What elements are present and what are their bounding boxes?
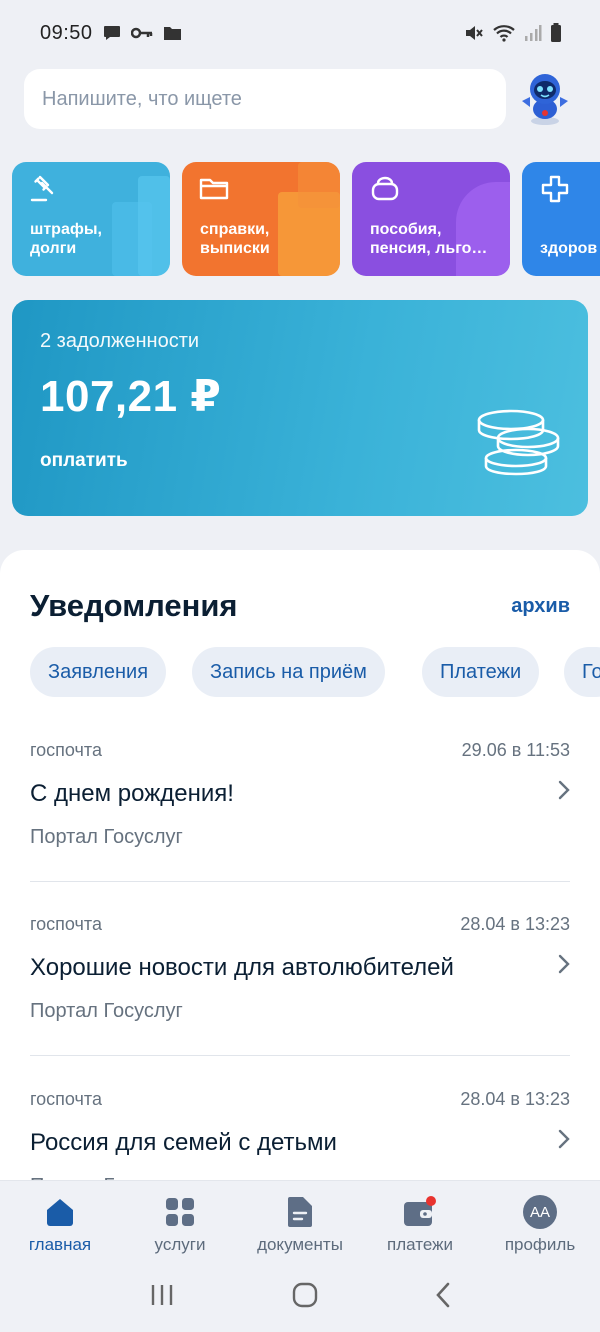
wifi-icon bbox=[492, 24, 516, 42]
nav-label: услуги bbox=[154, 1235, 206, 1254]
tile-label: штрафы, долги bbox=[30, 221, 102, 257]
home-button-icon[interactable] bbox=[292, 1282, 318, 1313]
mute-icon bbox=[464, 24, 484, 42]
status-time: 09:50 bbox=[40, 21, 93, 44]
status-bar: 09:50 bbox=[0, 0, 600, 66]
divider bbox=[30, 1055, 570, 1056]
nav-label: платежи bbox=[387, 1235, 453, 1254]
tile-benefits[interactable]: пособия, пенсия, льго… bbox=[352, 162, 510, 276]
avatar: АА bbox=[523, 1195, 557, 1229]
system-navigation bbox=[0, 1262, 600, 1332]
notification-title: Хорошие новости для автолюбителей bbox=[30, 954, 454, 981]
nav-services[interactable]: услуги bbox=[120, 1181, 240, 1262]
tile-fines[interactable]: штрафы, долги bbox=[12, 162, 170, 276]
nav-home[interactable]: главная bbox=[0, 1181, 120, 1262]
home-icon bbox=[44, 1195, 76, 1229]
notification-date: 28.04 в 13:23 bbox=[460, 914, 570, 934]
notification-item[interactable]: госпочта 28.04 в 13:23 Россия для семей … bbox=[30, 1089, 570, 1190]
notification-title: Россия для семей с детьми bbox=[30, 1129, 337, 1156]
nav-label: профиль bbox=[504, 1235, 576, 1254]
nav-label: документы bbox=[257, 1235, 343, 1254]
tile-health[interactable]: здоров bbox=[522, 162, 600, 276]
chip-applications[interactable]: Заявления bbox=[30, 647, 167, 697]
notifications-sheet: Уведомления архив Заявления Запись на пр… bbox=[0, 550, 600, 1190]
service-tiles: штрафы, долги справки, выписки пособия, … bbox=[12, 162, 600, 278]
chip-appointments[interactable]: Запись на приём bbox=[192, 647, 385, 697]
debt-card[interactable]: 2 задолженности 107,21 ₽ оплатить bbox=[12, 300, 588, 516]
chevron-right-icon bbox=[558, 954, 570, 979]
purse-icon bbox=[368, 174, 402, 209]
folder-icon bbox=[198, 174, 232, 209]
tile-certificates[interactable]: справки, выписки bbox=[182, 162, 340, 276]
nav-label: главная bbox=[28, 1235, 92, 1254]
key-icon bbox=[130, 26, 153, 40]
plus-icon bbox=[538, 174, 572, 209]
notification-sender: Портал Госуслуг bbox=[30, 826, 183, 848]
filter-chips: Заявления Запись на приём Платежи Го bbox=[30, 647, 600, 697]
archive-link[interactable]: архив bbox=[511, 595, 570, 618]
chip-more[interactable]: Го bbox=[564, 647, 600, 697]
wallet-icon bbox=[403, 1195, 437, 1229]
divider bbox=[30, 881, 570, 882]
chevron-right-icon bbox=[558, 1129, 570, 1154]
chip-payments[interactable]: Платежи bbox=[422, 647, 540, 697]
message-icon bbox=[103, 25, 121, 41]
chevron-right-icon bbox=[558, 780, 570, 805]
gavel-icon bbox=[28, 174, 62, 209]
nav-profile[interactable]: АА профиль bbox=[480, 1181, 600, 1262]
tile-label: пособия, пенсия, льго… bbox=[370, 221, 488, 257]
notification-source: госпочта bbox=[30, 914, 102, 934]
search-row: Напишите, что ищете bbox=[24, 69, 576, 129]
nav-payments[interactable]: платежи bbox=[360, 1181, 480, 1262]
folder-status-icon bbox=[163, 25, 182, 41]
search-input[interactable]: Напишите, что ищете bbox=[24, 69, 506, 129]
notification-title: С днем рождения! bbox=[30, 780, 234, 807]
document-icon bbox=[287, 1195, 313, 1229]
debt-count: 2 задолженности bbox=[40, 330, 200, 352]
battery-icon bbox=[550, 23, 562, 43]
back-icon[interactable] bbox=[435, 1282, 451, 1313]
search-placeholder: Напишите, что ищете bbox=[42, 87, 242, 110]
signal-icon bbox=[524, 24, 542, 42]
tile-label: справки, выписки bbox=[200, 221, 270, 257]
notification-date: 28.04 в 13:23 bbox=[460, 1089, 570, 1109]
notifications-title: Уведомления bbox=[30, 588, 238, 623]
grid-icon bbox=[165, 1195, 195, 1229]
notification-sender: Портал Госуслуг bbox=[30, 1000, 183, 1022]
notification-source: госпочта bbox=[30, 740, 102, 760]
notification-item[interactable]: госпочта 29.06 в 11:53 С днем рождения! … bbox=[30, 740, 570, 850]
notification-date: 29.06 в 11:53 bbox=[461, 740, 570, 760]
assistant-robot-icon[interactable] bbox=[516, 69, 574, 129]
notification-source: госпочта bbox=[30, 1089, 102, 1109]
notification-item[interactable]: госпочта 28.04 в 13:23 Хорошие новости д… bbox=[30, 914, 570, 1024]
coins-icon bbox=[476, 408, 562, 481]
recent-apps-icon[interactable] bbox=[149, 1283, 175, 1312]
nav-documents[interactable]: документы bbox=[240, 1181, 360, 1262]
tile-label: здоров bbox=[540, 240, 598, 257]
bottom-navigation: главная услуги документы платежи АА проф… bbox=[0, 1180, 600, 1262]
